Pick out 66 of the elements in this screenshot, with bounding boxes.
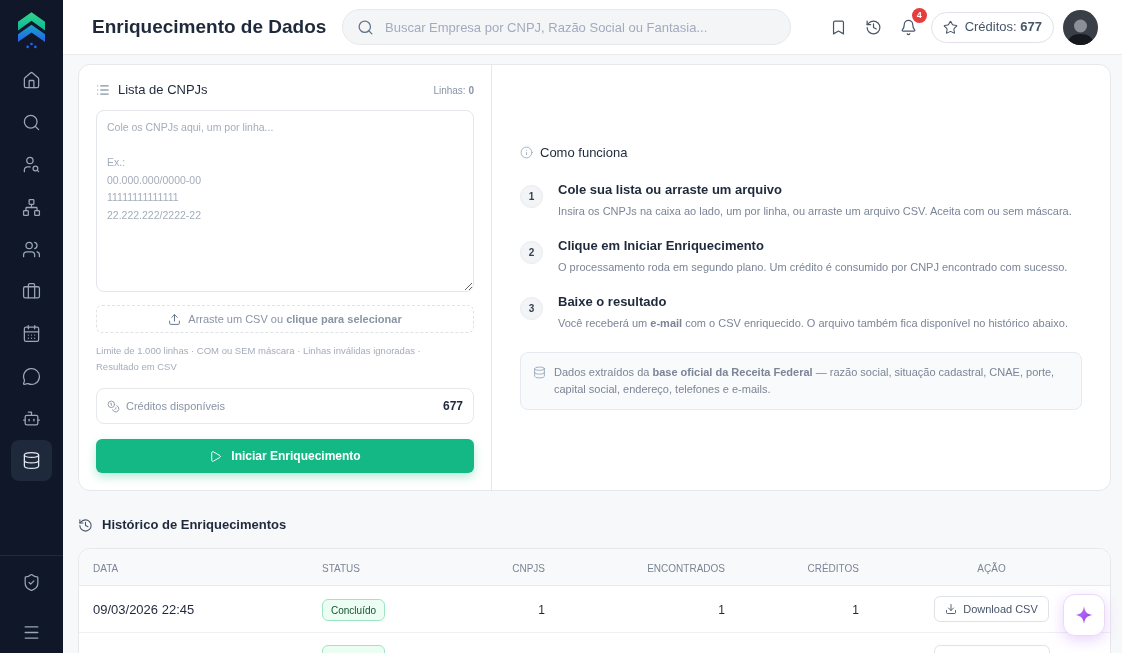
upload-icon (168, 312, 182, 326)
history-button[interactable] (864, 18, 883, 36)
column-header: CRÉDITOS (807, 563, 859, 574)
notifications-button[interactable] (899, 18, 918, 36)
info-icon (520, 146, 533, 159)
users-icon (22, 239, 41, 259)
home-icon (22, 70, 41, 90)
step-description: Você receberá um e-mail com o CSV enriquecido. O arquivo também fica disponível no histórico abaixo. (558, 315, 1068, 331)
step-title: Cole sua lista ou arraste um arquivo (558, 180, 782, 199)
coins-icon (107, 399, 120, 413)
org-chart-icon (22, 197, 41, 217)
column-header: CNPJS (512, 563, 545, 574)
credits-label: Créditos disponíveis (126, 398, 226, 414)
lines-count: Linhas: 0 (433, 83, 474, 98)
section-title: Histórico de Enriquecimentos (102, 516, 287, 535)
page-title: Enriquecimento de Dados (92, 14, 327, 39)
user-avatar[interactable] (1063, 9, 1098, 45)
cnpj-textarea[interactable]: Cole os CNPJs aqui, um por linha... Ex.: 00.000.000/0000-00 11111111111111 22.222.222/2222-22 (96, 110, 474, 292)
step-description: O processamento roda em segundo plano. Um crédito é consumido por CNPJ encontrado com sucesso. (558, 259, 1068, 275)
credits-value: 677 (442, 398, 463, 415)
step-title: Baixe o resultado (558, 292, 667, 311)
download-icon (945, 603, 958, 615)
column-header: ENCONTRADOS (647, 563, 725, 574)
download-csv-button[interactable]: Download CSV (934, 596, 1049, 622)
table-cell: 1 (538, 603, 545, 617)
user-search-icon (22, 155, 41, 175)
menu-button[interactable] (22, 623, 41, 642)
step-number: 2 (520, 240, 543, 264)
shield-check-icon (22, 573, 41, 592)
database-icon (22, 451, 41, 471)
bell-icon (900, 18, 918, 36)
robot-icon (22, 409, 41, 428)
credits-button[interactable]: Créditos: 677 (930, 11, 1054, 43)
limits-hint: Limite de 1.000 linhas · COM ou SEM máscara · Linhas inválidas ignoradas · Resultado em CSV (96, 344, 422, 374)
history-icon (865, 18, 883, 36)
panel-title: Lista de CNPJs (118, 81, 208, 100)
search-icon (22, 112, 41, 132)
chat-bubble-icon (22, 366, 41, 386)
security-button[interactable] (22, 573, 41, 592)
search-icon (357, 18, 374, 36)
column-header: DATA (93, 563, 119, 574)
nav-item[interactable] (11, 440, 52, 482)
menu-icon (22, 623, 41, 642)
section-title: Como funciona (540, 143, 628, 162)
step-number: 1 (520, 184, 543, 208)
search-field[interactable]: Buscar Empresa por CNPJ, Razão Social ou Fantasia... (342, 9, 791, 45)
info-note-text: Dados extraídos da base oficial da Receita Federal — razão social, situação cadastral, CNAE, porte, capital social, endereço, telefones e e-mails. (554, 364, 1056, 397)
sparkle-icon (1075, 606, 1093, 624)
column-header: STATUS (322, 563, 360, 574)
history-icon (78, 517, 93, 533)
table-cell: 09/03/2026 22:45 (93, 602, 195, 617)
status-badge: Concluído (322, 599, 386, 622)
table-cell: 1 (852, 603, 859, 617)
step-title: Clique em Iniciar Enriquecimento (558, 236, 764, 255)
list-icon (96, 83, 110, 97)
star-icon (942, 19, 958, 35)
logo-icon (18, 11, 45, 49)
step-number: 3 (520, 296, 543, 320)
table-cell: 1 (718, 603, 725, 617)
assistant-button[interactable] (1063, 594, 1105, 636)
calendar-icon (22, 324, 41, 344)
notification-badge: 4 (911, 8, 927, 23)
database-icon (533, 365, 546, 379)
step-description: Insira os CNPJs na caixa ao lado, um por linha, ou arraste um arquivo CSV. Aceita com ou sem máscara. (558, 203, 1072, 219)
play-icon (209, 449, 223, 463)
column-header: AÇÃO (977, 563, 1006, 574)
